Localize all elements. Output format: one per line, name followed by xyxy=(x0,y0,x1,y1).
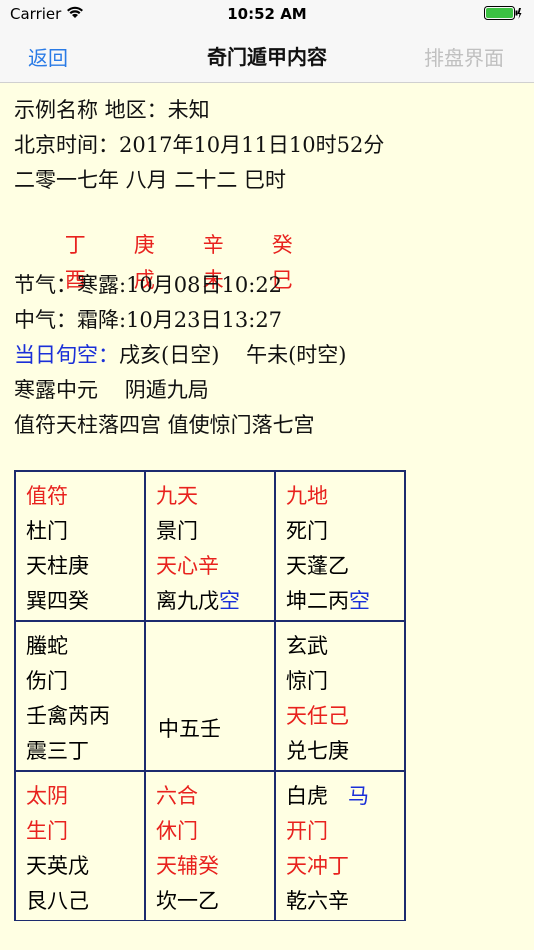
palace-qian-6: 白虎 马 开门 天冲丁 乾六辛 xyxy=(275,771,405,921)
chart-info: 示例名称 地区：未知 北京时间：2017年10月11日10时52分 二零一七年 … xyxy=(14,95,524,445)
palace-zhen-3: 螣蛇 伤门 壬禽芮丙 震三丁 xyxy=(15,621,145,771)
palace-star: 天冲丁 xyxy=(286,854,349,878)
nine-palace-grid: 值符 杜门 天柱庚 巽四癸 九天 景门 天心辛 离九戊空 九地 死门 天蓬乙 坤… xyxy=(14,470,406,921)
status-bar: Carrier 10:52 AM xyxy=(0,0,534,28)
palace-base-line: 离九戊空 xyxy=(156,585,274,620)
stem-year: 丁 xyxy=(64,233,86,257)
palace-base: 兑七庚 xyxy=(286,739,349,763)
palace-god: 九地 xyxy=(286,484,328,508)
jieqi-line: 节气：寒露:10月08日10:22 xyxy=(14,273,283,297)
horse-mark: 马 xyxy=(348,784,370,808)
palace-god-line: 白虎 马 xyxy=(286,780,404,815)
palace-base: 震三丁 xyxy=(26,739,89,763)
palace-star: 天蓬乙 xyxy=(286,554,349,578)
stem-day: 辛 xyxy=(202,233,224,257)
xunkong-line: 当日旬空：戌亥(日空) 午未(时空) xyxy=(14,340,524,375)
palace-door: 休门 xyxy=(156,819,198,843)
name-region-line: 示例名称 地区：未知 xyxy=(14,98,210,122)
palace-door: 伤门 xyxy=(26,669,68,693)
palace-door: 杜门 xyxy=(26,519,68,543)
palace-star: 天柱庚 xyxy=(26,554,89,578)
palace-god: 九天 xyxy=(156,484,198,508)
zhongqi-line: 中气：霜降:10月23日13:27 xyxy=(14,308,283,332)
heavenly-stems-row: 丁庚辛癸 xyxy=(14,200,524,257)
xunkong-value: 戌亥(日空) 午未(时空) xyxy=(119,343,347,367)
palace-base: 离九戊 xyxy=(156,589,219,613)
kong-mark: 空 xyxy=(349,589,370,613)
palace-xun-4: 值符 杜门 天柱庚 巽四癸 xyxy=(15,471,145,621)
palace-center-5: 中五壬 xyxy=(145,621,275,771)
battery-icon xyxy=(484,6,522,20)
palace-door: 惊门 xyxy=(286,669,328,693)
palace-base: 巽四癸 xyxy=(26,589,89,613)
palace-god: 白虎 xyxy=(286,784,328,808)
palace-li-9: 九天 景门 天心辛 离九戊空 xyxy=(145,471,275,621)
palace-god: 螣蛇 xyxy=(26,634,68,658)
palace-god: 玄武 xyxy=(286,634,328,658)
palace-door: 开门 xyxy=(286,819,328,843)
palace-dui-7: 玄武 惊门 天任己 兑七庚 xyxy=(275,621,405,771)
palace-god: 值符 xyxy=(26,484,68,508)
palace-base: 乾六辛 xyxy=(286,889,349,913)
xunkong-label: 当日旬空： xyxy=(14,343,119,367)
lunar-date-line: 二零一七年 八月 二十二 巳时 xyxy=(14,168,287,192)
stem-month: 庚 xyxy=(133,233,155,257)
kong-mark: 空 xyxy=(219,589,240,613)
clock: 10:52 AM xyxy=(227,5,307,23)
palace-god: 太阴 xyxy=(26,784,68,808)
palace-star: 天英戊 xyxy=(26,854,89,878)
palace-door: 景门 xyxy=(156,519,198,543)
palace-base: 坤二丙 xyxy=(286,589,349,613)
palace-base: 中五壬 xyxy=(158,717,221,741)
zhifu-line: 值符天柱落四宫 值使惊门落七宫 xyxy=(14,413,315,437)
palace-base: 坎一乙 xyxy=(156,889,219,913)
ju-line: 寒露中元 阴遁九局 xyxy=(14,378,209,402)
beijing-time-line: 北京时间：2017年10月11日10时52分 xyxy=(14,133,385,157)
palace-star: 天任己 xyxy=(286,704,349,728)
palace-star: 壬禽芮丙 xyxy=(26,704,110,728)
navigation-bar: 返回 奇门遁甲内容 排盘界面 xyxy=(0,28,534,83)
palace-base: 艮八己 xyxy=(26,889,89,913)
palace-god: 六合 xyxy=(156,784,198,808)
palace-gen-8: 太阴 生门 天英戊 艮八己 xyxy=(15,771,145,921)
palace-base-line: 坤二丙空 xyxy=(286,585,404,620)
palace-star: 天心辛 xyxy=(156,554,219,578)
palace-kan-1: 六合 休门 天辅癸 坎一乙 xyxy=(145,771,275,921)
stem-hour: 癸 xyxy=(271,233,293,257)
palace-door: 死门 xyxy=(286,519,328,543)
palace-star: 天辅癸 xyxy=(156,854,219,878)
palace-door: 生门 xyxy=(26,819,68,843)
chart-screen-button[interactable]: 排盘界面 xyxy=(424,42,504,71)
palace-kun-2: 九地 死门 天蓬乙 坤二丙空 xyxy=(275,471,405,621)
